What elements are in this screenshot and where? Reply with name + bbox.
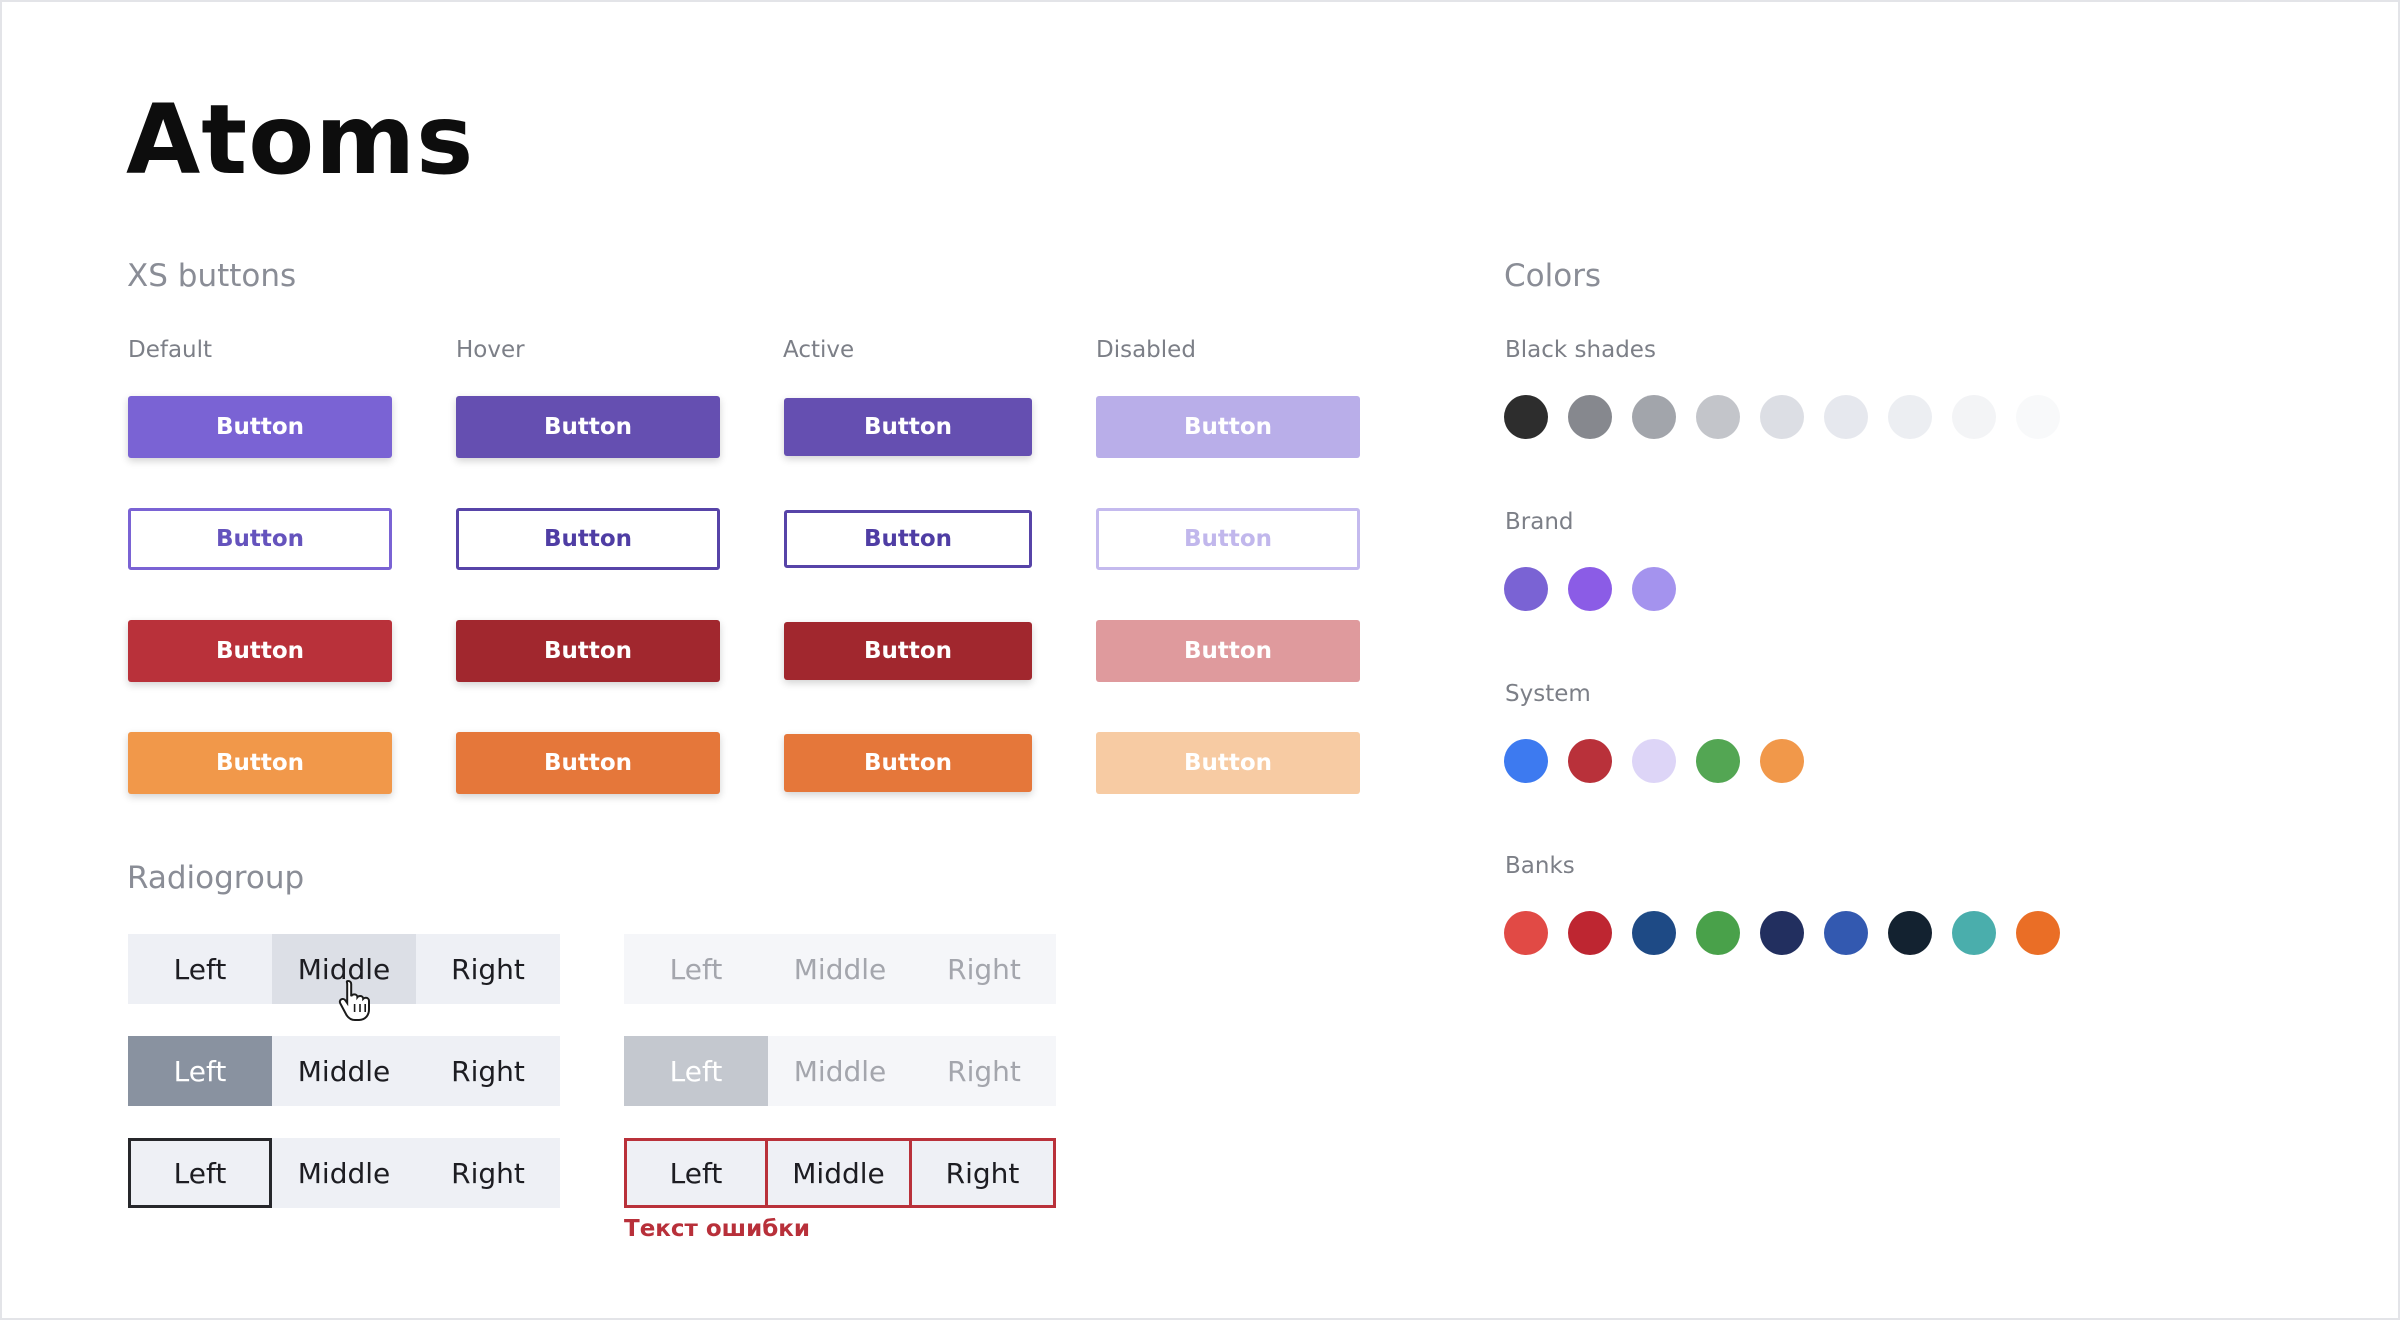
state-label-active: Active [783,337,855,363]
outline-button-active-row2[interactable]: Button [784,510,1032,568]
radio-right-disabled: Right [912,934,1056,1004]
radio-middle-disabled: Middle [768,1036,912,1106]
color-group-label: Brand [1505,509,1574,535]
color-swatch [1568,395,1612,439]
color-swatch [1504,739,1548,783]
filled-button-hover-row1[interactable]: Button [456,396,720,458]
state-label-default: Default [128,337,213,363]
color-group-label: Black shades [1505,337,1656,363]
filled-button-active-row4[interactable]: Button [784,734,1032,792]
color-swatch [2016,911,2060,955]
color-swatch [1760,911,1804,955]
radio-left[interactable]: Left [128,934,272,1004]
color-swatch [1504,567,1548,611]
color-swatch [1632,395,1676,439]
state-label-hover: Hover [456,337,525,363]
filled-button-disabled-row1: Button [1096,396,1360,458]
color-swatch [1632,739,1676,783]
state-label-disabled: Disabled [1096,337,1196,363]
color-swatch [1632,567,1676,611]
color-group-label: System [1505,681,1591,707]
color-swatch [1696,395,1740,439]
radio-left-selected[interactable]: Left [128,1036,272,1106]
radio-right[interactable]: Right [416,934,560,1004]
radio-left-focused[interactable]: Left [128,1138,272,1208]
page-title: Atoms [126,84,475,196]
radio-right-error[interactable]: Right [912,1138,1056,1208]
color-swatch [1568,739,1612,783]
color-swatch [1504,911,1548,955]
hand-pointer-icon [338,979,370,1021]
radio-right[interactable]: Right [416,1138,560,1208]
radiogroup-title: Radiogroup [127,860,305,896]
filled-button-hover-row4[interactable]: Button [456,732,720,794]
color-swatch [1760,395,1804,439]
radio-middle-error[interactable]: Middle [768,1138,912,1208]
radio-middle-disabled: Middle [768,934,912,1004]
color-swatch [1952,395,1996,439]
filled-button-default-row3[interactable]: Button [128,620,392,682]
color-swatch [1568,567,1612,611]
outline-button-hover-row2[interactable]: Button [456,508,720,570]
color-swatch [1824,395,1868,439]
color-swatch [1504,395,1548,439]
filled-button-disabled-row3: Button [1096,620,1360,682]
filled-button-default-row1[interactable]: Button [128,396,392,458]
color-swatch [1824,911,1868,955]
color-swatch [1568,911,1612,955]
radio-left-disabled: Left [624,934,768,1004]
color-swatch [2016,395,2060,439]
color-group-label: Banks [1505,853,1575,879]
filled-button-hover-row3[interactable]: Button [456,620,720,682]
color-swatch [1952,911,1996,955]
radio-right-disabled: Right [912,1036,1056,1106]
outline-button-disabled-row2: Button [1096,508,1360,570]
color-swatch [1760,739,1804,783]
filled-button-active-row3[interactable]: Button [784,622,1032,680]
radio-left-error[interactable]: Left [624,1138,768,1208]
color-swatch [1696,911,1740,955]
color-swatch [1888,395,1932,439]
radio-middle[interactable]: Middle [272,1036,416,1106]
filled-button-active-row1[interactable]: Button [784,398,1032,456]
color-swatch [1632,911,1676,955]
radio-error-message: Текст ошибки [624,1216,810,1242]
radio-right[interactable]: Right [416,1036,560,1106]
radio-left-selected-disabled: Left [624,1036,768,1106]
filled-button-disabled-row4: Button [1096,732,1360,794]
colors-title: Colors [1504,258,1602,294]
color-swatch [1888,911,1932,955]
color-swatch [1696,739,1740,783]
xs-buttons-title: XS buttons [127,258,297,294]
radio-middle[interactable]: Middle [272,1138,416,1208]
filled-button-default-row4[interactable]: Button [128,732,392,794]
outline-button-default-row2[interactable]: Button [128,508,392,570]
